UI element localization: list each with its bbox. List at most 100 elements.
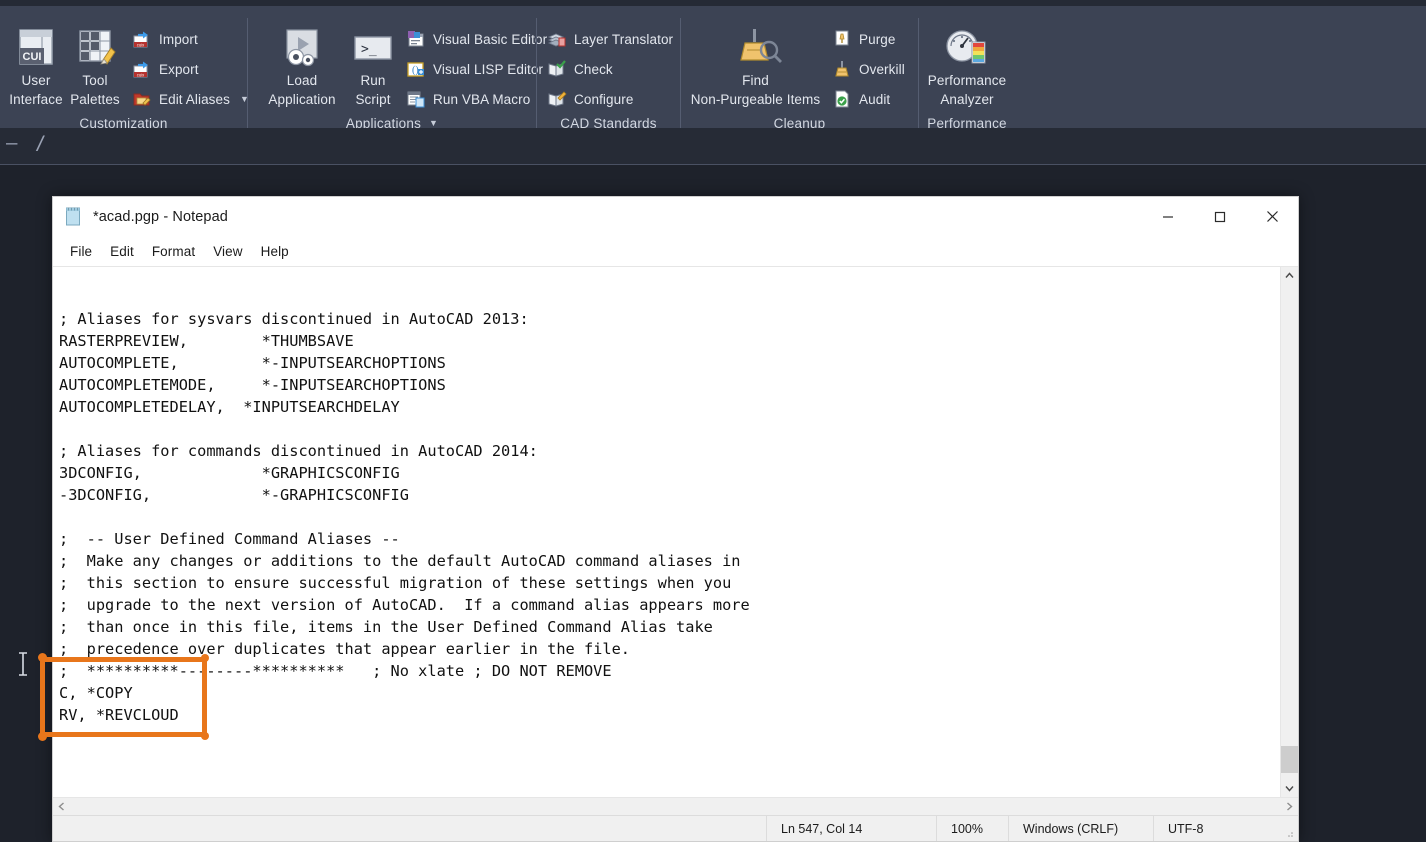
visual-lisp-editor-icon: () <box>406 59 426 79</box>
button-label-2: Analyzer <box>940 92 994 107</box>
button-label: Purge <box>859 31 896 47</box>
button-label-2: Application <box>268 92 336 107</box>
ribbon-button-visual-basic-editor[interactable]: Visual Basic Editor <box>406 28 547 50</box>
button-label: Visual Basic Editor <box>433 31 548 47</box>
menu-item-file[interactable]: File <box>61 241 101 262</box>
overkill-icon <box>832 59 852 79</box>
ribbon-button-tool-palettes[interactable]: Tool Palettes <box>62 26 128 108</box>
button-label-2: Non-Purgeable Items <box>690 92 821 107</box>
notepad-icon <box>65 207 82 226</box>
svg-text:cuix: cuix <box>137 42 145 47</box>
svg-text:CUI: CUI <box>23 51 42 63</box>
tool-palettes-icon <box>71 26 119 70</box>
purge-icon <box>832 29 852 49</box>
button-label: Run VBA Macro <box>433 91 531 107</box>
button-label: Import <box>159 31 198 47</box>
button-label: Load <box>286 73 318 88</box>
ribbon-button-visual-lisp-editor[interactable]: () Visual LISP Editor <box>406 58 543 80</box>
chevron-up-icon[interactable] <box>1281 267 1298 284</box>
minimize-button[interactable] <box>1142 197 1194 236</box>
button-label: Performance <box>927 73 1007 88</box>
run-vba-macro-icon <box>406 89 426 109</box>
notepad-editor-area: ; Aliases for sysvars discontinued in Au… <box>53 266 1298 797</box>
ribbon-manage-tab-panels: CUI User Interface Tool Palettes cuix Im… <box>0 6 1426 135</box>
export-cuix-icon: cuix <box>132 59 152 79</box>
button-label: Layer Translator <box>574 31 674 47</box>
button-label: Visual LISP Editor <box>433 61 544 77</box>
cui-user-interface-icon: CUI <box>12 26 60 70</box>
horizontal-scrollbar[interactable] <box>53 797 1298 815</box>
maximize-button[interactable] <box>1194 197 1246 236</box>
statusbar-line-ending: Windows (CRLF) <box>1008 816 1153 841</box>
ribbon-button-load-application[interactable]: Load Application <box>254 26 350 108</box>
button-label: Export <box>159 61 199 77</box>
button-label: Audit <box>859 91 891 107</box>
visual-basic-editor-icon <box>406 29 426 49</box>
ribbon-panel-applications: Load Application >_ Run Script Visual Ba… <box>248 12 547 134</box>
button-label: Configure <box>574 91 634 107</box>
menu-item-help[interactable]: Help <box>252 241 298 262</box>
statusbar-zoom-level[interactable]: 100% <box>936 816 1008 841</box>
chevron-down-icon[interactable]: ▼ <box>429 118 438 128</box>
resize-grip-icon[interactable] <box>1283 827 1295 839</box>
ribbon-button-layer-translator[interactable]: Layer Translator <box>547 28 673 50</box>
command-prompt-text: – / <box>6 132 50 154</box>
notepad-title-text: *acad.pgp - Notepad <box>93 208 228 225</box>
find-non-purgeable-items-icon <box>725 26 787 70</box>
ribbon-button-purge[interactable]: Purge <box>832 28 896 50</box>
notepad-titlebar[interactable]: *acad.pgp - Notepad <box>53 197 1298 236</box>
ribbon-panel-customization: CUI User Interface Tool Palettes cuix Im… <box>0 12 249 134</box>
notepad-menubar: File Edit Format View Help <box>53 236 1298 266</box>
button-label: Run <box>360 73 386 88</box>
maximize-icon <box>1214 211 1226 223</box>
menu-item-format[interactable]: Format <box>143 241 204 262</box>
button-label-2: Script <box>355 92 391 107</box>
ribbon-panel-cad-standards: Layer Translator Check Configure CAD Sta… <box>537 12 680 134</box>
ribbon-panel-cleanup: Find Non-Purgeable Items Purge Overkill … <box>681 12 918 134</box>
menu-item-edit[interactable]: Edit <box>101 241 143 262</box>
button-label: Tool <box>82 73 108 88</box>
audit-icon <box>832 89 852 109</box>
button-label: Edit Aliases <box>159 91 230 107</box>
svg-text:>_: >_ <box>361 42 377 57</box>
minimize-icon <box>1162 211 1174 223</box>
command-line-strip[interactable]: – / <box>0 128 1426 165</box>
run-script-icon: >_ <box>348 26 398 70</box>
svg-text:cuix: cuix <box>137 72 145 77</box>
edit-aliases-icon <box>132 89 152 109</box>
vertical-scrollbar[interactable] <box>1280 267 1298 797</box>
close-button[interactable] <box>1246 197 1298 236</box>
notepad-text-region[interactable]: ; Aliases for sysvars discontinued in Au… <box>53 267 1280 797</box>
configure-standards-icon <box>547 89 567 109</box>
import-cuix-icon: cuix <box>132 29 152 49</box>
ribbon-button-run-vba-macro[interactable]: Run VBA Macro <box>406 88 530 110</box>
close-icon <box>1266 210 1279 223</box>
notepad-statusbar: Ln 547, Col 14 100% Windows (CRLF) UTF-8 <box>53 815 1298 841</box>
text-cursor-ibeam <box>17 652 29 681</box>
ribbon-button-performance-analyzer[interactable]: Performance Analyzer <box>919 26 1015 108</box>
chevron-right-icon[interactable] <box>1281 798 1298 815</box>
ribbon-button-export[interactable]: cuix Export <box>132 58 199 80</box>
notepad-window: *acad.pgp - Notepad File Edit Format Vie… <box>52 196 1299 842</box>
performance-analyzer-icon <box>937 26 997 70</box>
vertical-scrollbar-thumb[interactable] <box>1281 746 1298 773</box>
ribbon-button-find-non-purgeable-items[interactable]: Find Non-Purgeable Items <box>683 26 828 108</box>
ribbon-button-audit[interactable]: Audit <box>832 88 890 110</box>
button-label: Find <box>742 73 769 88</box>
svg-text:(): () <box>412 65 419 76</box>
ribbon-button-edit-aliases[interactable]: Edit Aliases ▼ <box>132 88 249 110</box>
chevron-left-icon[interactable] <box>53 798 70 815</box>
notepad-text-content[interactable]: ; Aliases for sysvars discontinued in Au… <box>59 286 750 726</box>
window-controls <box>1142 197 1298 236</box>
button-label: Check <box>574 61 613 77</box>
load-application-icon <box>275 26 329 70</box>
ribbon-button-run-script[interactable]: >_ Run Script <box>344 26 402 108</box>
button-label: Overkill <box>859 61 905 77</box>
ribbon-button-overkill[interactable]: Overkill <box>832 58 905 80</box>
menu-item-view[interactable]: View <box>204 241 251 262</box>
ribbon-button-import[interactable]: cuix Import <box>132 28 198 50</box>
statusbar-cursor-position: Ln 547, Col 14 <box>766 816 936 841</box>
chevron-down-icon[interactable] <box>1281 780 1298 797</box>
ribbon-button-configure-standards[interactable]: Configure <box>547 88 633 110</box>
ribbon-button-check-standards[interactable]: Check <box>547 58 613 80</box>
